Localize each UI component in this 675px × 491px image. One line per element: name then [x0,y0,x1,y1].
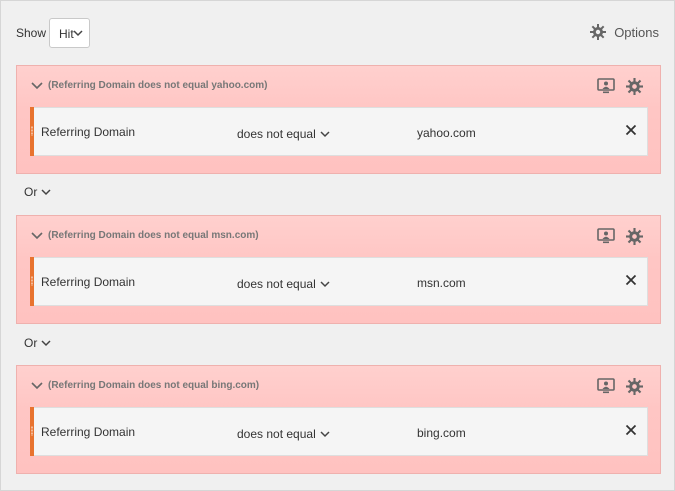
logic-connector-label: Or [24,185,38,199]
rule-operator-dropdown[interactable]: does not equal [237,277,330,291]
chevron-down-icon [73,30,83,37]
monitor-user-icon[interactable] [597,78,615,94]
rule-dimension[interactable]: Referring Domain [41,275,135,289]
monitor-user-icon[interactable] [597,378,615,394]
rule-drag-handle[interactable] [30,407,34,456]
options-button[interactable]: Options [590,24,659,40]
options-label: Options [614,24,659,40]
close-icon[interactable] [625,424,637,436]
show-label: Show [16,26,47,40]
logic-connector-dropdown[interactable]: Or [24,336,51,350]
logic-connector-dropdown[interactable]: Or [24,185,51,199]
close-icon[interactable] [625,274,637,286]
close-icon[interactable] [625,124,637,136]
chevron-down-icon[interactable] [31,231,43,240]
container-title: (Referring Domain does not equal bing.co… [48,380,260,391]
rule-drag-handle[interactable] [30,257,34,306]
gear-icon [590,24,607,40]
segment-container: (Referring Domain does not equal msn.com… [16,215,661,324]
toolbar: Show Hit Options [16,18,659,48]
container-title: (Referring Domain does not equal yahoo.c… [48,80,268,91]
chevron-down-icon [320,281,330,287]
rule-operator-label: does not equal [237,127,316,141]
chevron-down-icon[interactable] [31,381,43,390]
gear-icon[interactable] [626,78,643,95]
grip-icon [31,426,33,436]
grip-icon [31,276,33,286]
rule-row: Referring Domain does not equal msn.com [30,257,648,306]
chevron-down-icon [41,340,51,347]
rule-operator-dropdown[interactable]: does not equal [237,127,330,141]
chevron-down-icon [320,131,330,137]
rule-operator-label: does not equal [237,427,316,441]
segment-container: (Referring Domain does not equal bing.co… [16,365,661,474]
chevron-down-icon[interactable] [31,81,43,90]
container-header: (Referring Domain does not equal msn.com… [17,216,660,256]
rule-value[interactable]: bing.com [417,426,466,440]
segment-container: (Referring Domain does not equal yahoo.c… [16,65,661,174]
chevron-down-icon [41,189,51,196]
segment-builder-canvas: Show Hit Options (Referring Domain does … [0,0,675,491]
container-header: (Referring Domain does not equal yahoo.c… [17,66,660,106]
rule-value[interactable]: msn.com [417,276,466,290]
container-title: (Referring Domain does not equal msn.com… [48,230,259,241]
logic-connector-label: Or [24,336,38,350]
show-scope-select[interactable]: Hit [49,18,90,48]
rule-operator-label: does not equal [237,277,316,291]
gear-icon[interactable] [626,228,643,245]
rule-row: Referring Domain does not equal bing.com [30,407,648,456]
rule-drag-handle[interactable] [30,107,34,156]
rule-dimension[interactable]: Referring Domain [41,125,135,139]
gear-icon[interactable] [626,378,643,395]
rule-operator-dropdown[interactable]: does not equal [237,427,330,441]
rule-dimension[interactable]: Referring Domain [41,425,135,439]
monitor-user-icon[interactable] [597,228,615,244]
rule-row: Referring Domain does not equal yahoo.co… [30,107,648,156]
rule-value[interactable]: yahoo.com [417,126,476,140]
container-header: (Referring Domain does not equal bing.co… [17,366,660,406]
grip-icon [31,126,33,136]
chevron-down-icon [320,431,330,437]
show-scope-value: Hit [59,27,74,41]
